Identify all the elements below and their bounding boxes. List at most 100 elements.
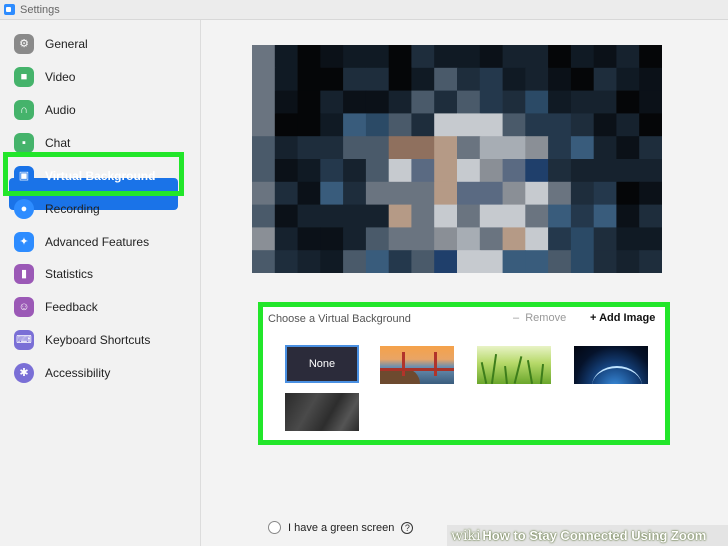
background-none-thumb[interactable]: None: [285, 345, 359, 383]
feed-pixel: [616, 113, 640, 137]
sidebar-item-statistics[interactable]: ▮ Statistics: [0, 258, 201, 290]
green-screen-checkbox[interactable]: [268, 521, 281, 534]
feed-pixel: [570, 159, 595, 183]
feed-pixel: [365, 113, 390, 137]
feed-pixel: [411, 113, 435, 137]
grass-thumb[interactable]: [477, 346, 551, 384]
sidebar-item-audio[interactable]: ∩ Audio: [0, 94, 201, 126]
feed-pixel: [639, 45, 662, 69]
feed-pixel: [616, 250, 640, 273]
sidebar-item-recording[interactable]: ● Recording: [0, 193, 201, 225]
video-camera-icon: ■: [14, 67, 34, 87]
feed-pixel: [502, 67, 526, 92]
feed-pixel: [411, 90, 435, 114]
grass-blade: [513, 356, 523, 384]
feed-pixel: [365, 227, 390, 251]
feed-pixel: [570, 136, 595, 160]
feed-pixel: [457, 113, 481, 137]
grass-blade: [526, 360, 534, 384]
feed-pixel: [639, 136, 662, 160]
sidebar-item-accessibility[interactable]: ✱ Accessibility: [0, 357, 201, 389]
feed-pixel: [502, 136, 526, 160]
earth-from-space-thumb[interactable]: [574, 346, 648, 384]
add-image-button[interactable]: + Add Image: [590, 312, 655, 324]
feed-pixel: [479, 181, 504, 206]
sidebar-item-feedback[interactable]: ☺ Feedback: [0, 291, 201, 323]
feed-pixel: [616, 90, 640, 114]
sidebar-item-label: Advanced Features: [45, 235, 150, 249]
feed-pixel: [616, 204, 640, 228]
sidebar-item-general[interactable]: ⚙ General: [0, 28, 201, 60]
feed-pixel: [570, 67, 595, 92]
feed-pixel: [297, 181, 321, 206]
feed-pixel: [365, 159, 390, 183]
feed-pixel: [320, 136, 344, 160]
feed-pixel: [502, 45, 526, 69]
green-screen-option: I have a green screen ?: [268, 521, 414, 534]
feed-pixel: [502, 159, 526, 183]
feed-pixel: [411, 45, 435, 69]
sidebar-item-label: Statistics: [45, 267, 94, 281]
earth-glow: [592, 366, 642, 384]
sidebar-item-label: Video: [45, 70, 76, 84]
feed-pixel: [616, 181, 640, 206]
grass-blade: [539, 363, 545, 384]
feed-pixel: [297, 45, 321, 69]
feed-pixel: [252, 181, 276, 206]
feed-pixel: [274, 250, 299, 273]
feed-pixel: [365, 136, 390, 160]
feed-pixel: [548, 136, 572, 160]
sidebar-item-label: Chat: [45, 136, 71, 150]
feed-pixel: [548, 227, 572, 251]
zoom-app-icon: [4, 4, 15, 15]
feed-pixel: [525, 227, 549, 251]
feed-pixel: [297, 136, 321, 160]
feed-pixel: [388, 90, 413, 114]
feed-pixel: [252, 204, 276, 228]
feed-pixel: [548, 181, 572, 206]
feed-pixel: [548, 45, 572, 69]
feed-pixel: [479, 90, 504, 114]
feed-pixel: [525, 250, 549, 273]
sidebar-item-label: Keyboard Shortcuts: [45, 333, 151, 347]
sidebar-item-label: Audio: [45, 103, 76, 117]
feed-pixel: [457, 45, 481, 69]
wikihow-watermark: wiki How to Stay Connected Using Zoom: [447, 525, 728, 546]
sidebar-item-advanced-features[interactable]: ✦ Advanced Features: [0, 226, 201, 258]
feed-pixel: [502, 204, 526, 228]
bridge-tower-left: [402, 352, 405, 376]
feed-pixel: [525, 136, 549, 160]
feed-pixel: [388, 204, 413, 228]
feed-pixel: [525, 204, 549, 228]
help-icon[interactable]: ?: [401, 521, 414, 534]
feed-pixel: [252, 45, 276, 69]
feed-pixel: [388, 136, 413, 160]
feed-pixel: [593, 45, 618, 69]
golden-gate-bridge-thumb[interactable]: [380, 346, 454, 384]
headphones-icon: ∩: [14, 100, 34, 120]
feed-pixel: [252, 113, 276, 137]
feed-pixel: [411, 136, 435, 160]
feed-pixel: [457, 250, 481, 273]
sidebar-item-keyboard-shortcuts[interactable]: ⌨ Keyboard Shortcuts: [0, 324, 201, 356]
feed-pixel: [434, 90, 458, 114]
dark-texture-thumb[interactable]: [285, 393, 359, 431]
feed-pixel: [434, 250, 458, 273]
feed-pixel: [434, 204, 458, 228]
feed-pixel: [502, 227, 526, 251]
feed-pixel: [570, 90, 595, 114]
feed-pixel: [297, 90, 321, 114]
feed-pixel: [320, 45, 344, 69]
feed-pixel: [411, 181, 435, 206]
sidebar-item-video[interactable]: ■ Video: [0, 61, 201, 93]
green-screen-label: I have a green screen: [288, 521, 395, 534]
feed-pixel: [593, 250, 618, 273]
remove-button[interactable]: – Remove: [513, 312, 566, 324]
feed-pixel: [411, 67, 435, 92]
feed-pixel: [274, 204, 299, 228]
feed-pixel: [525, 181, 549, 206]
bridge-tower-right: [434, 352, 437, 376]
feed-pixel: [388, 113, 413, 137]
feed-pixel: [479, 250, 504, 273]
feed-pixel: [297, 67, 321, 92]
